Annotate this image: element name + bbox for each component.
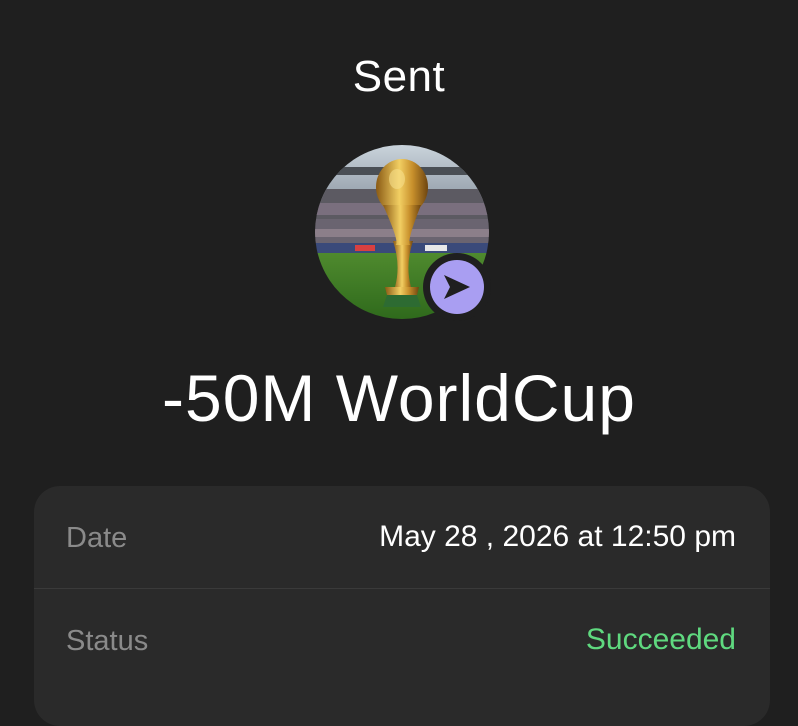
date-value: May 28 , 2026 at 12:50 pm bbox=[379, 520, 736, 553]
status-value: Succeeded bbox=[585, 623, 736, 656]
send-arrow-icon bbox=[430, 260, 484, 314]
transaction-amount: -50M WorldCup bbox=[162, 361, 636, 435]
transaction-avatar bbox=[315, 145, 491, 321]
page-title: Sent bbox=[352, 52, 446, 101]
send-badge bbox=[423, 253, 491, 321]
status-label: Status bbox=[66, 625, 149, 657]
details-card: Date May 28 , 2026 at 12:50 pm Status Su… bbox=[34, 486, 770, 726]
date-row: Date May 28 , 2026 at 12:50 pm bbox=[34, 486, 770, 588]
date-label: Date bbox=[66, 522, 128, 554]
